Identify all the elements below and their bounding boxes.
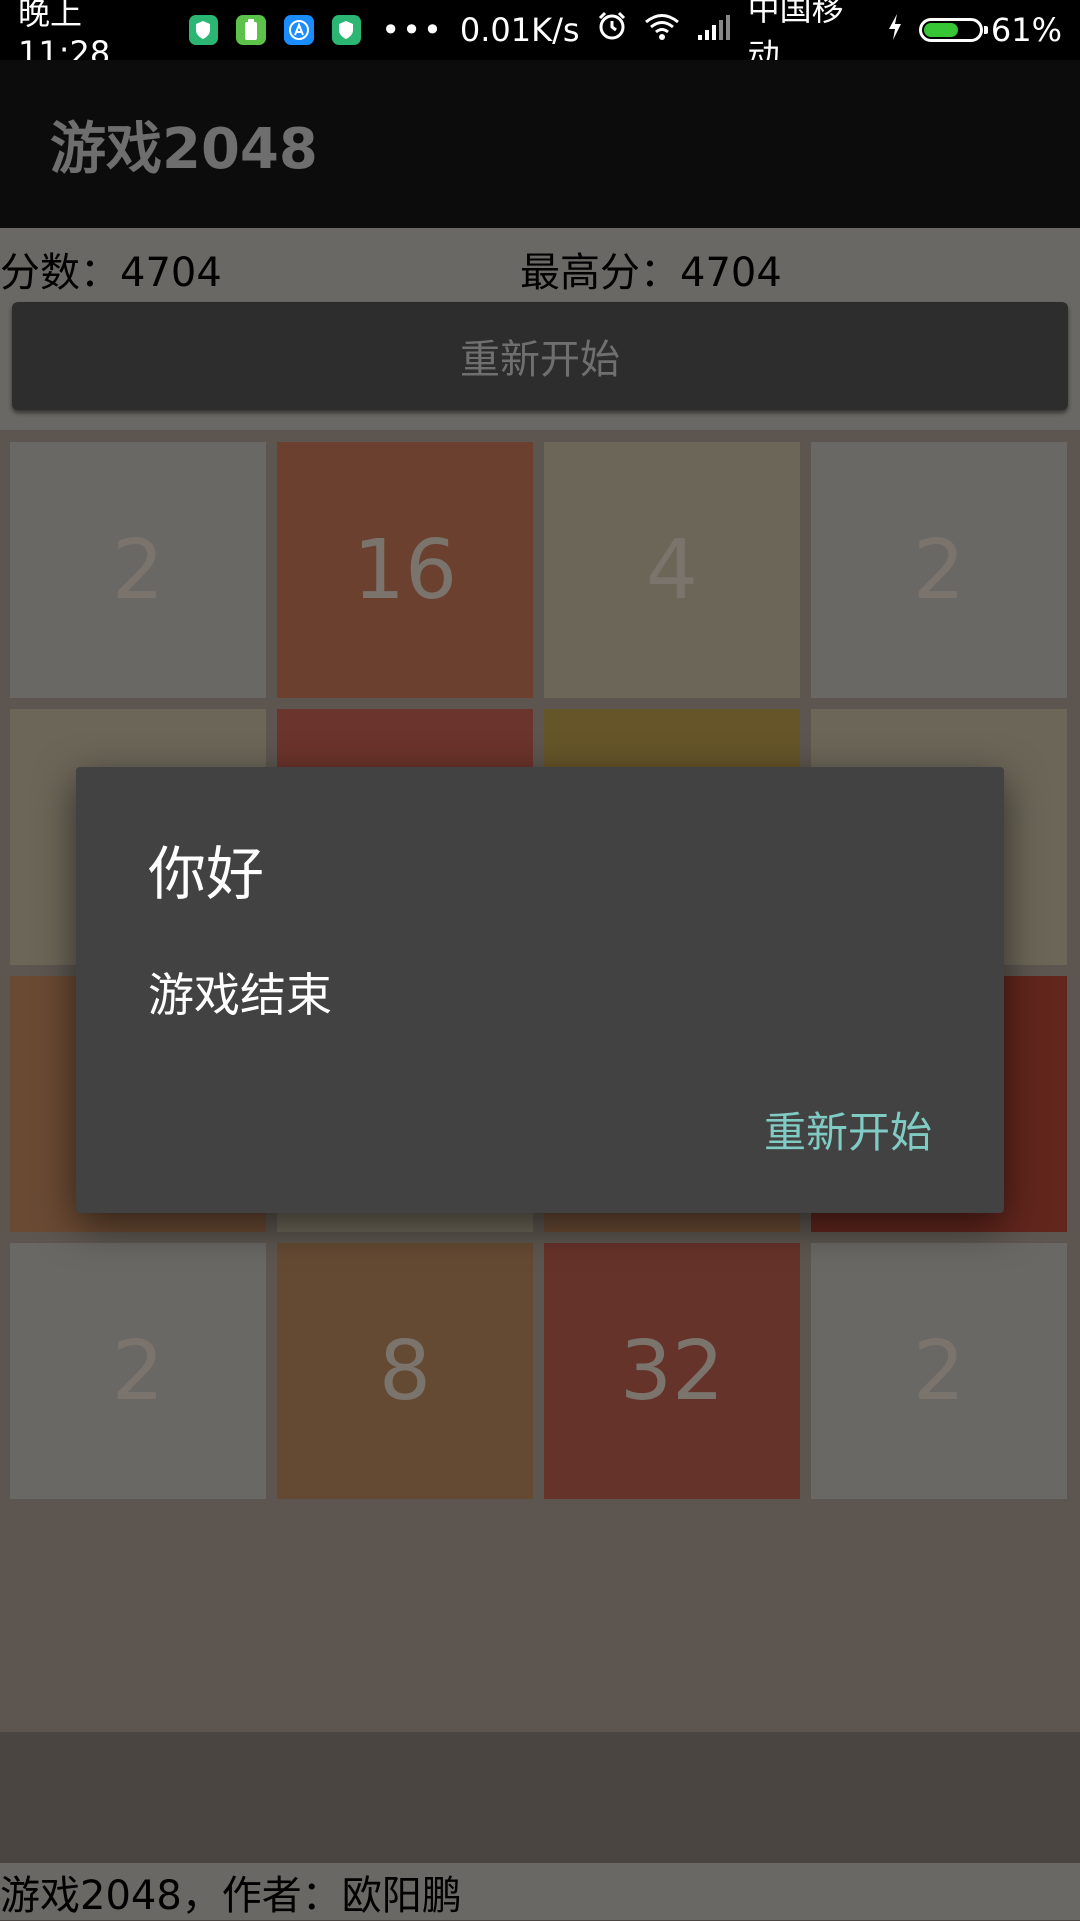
dialog-message: 游戏结束 xyxy=(148,968,332,1022)
app-title: 游戏2048 xyxy=(50,116,318,182)
board-tile: 16 xyxy=(277,442,533,698)
footer-credit: 游戏2048，作者：欧阳鹏 xyxy=(0,1863,1080,1920)
battery-saver-icon xyxy=(236,15,266,45)
best-score: 最高分：4704 xyxy=(520,250,782,296)
charging-icon xyxy=(887,11,903,49)
board-tile: 2 xyxy=(10,442,266,698)
dialog-title: 你好 xyxy=(148,840,265,908)
app-bar: 游戏2048 xyxy=(0,60,1080,228)
more-notifications-icon: ••• xyxy=(381,11,444,49)
score-row: 分数：4704 最高分：4704 xyxy=(0,228,1080,300)
shield-icon xyxy=(188,15,219,45)
board-tile: 2 xyxy=(811,442,1067,698)
board-tile: 2 xyxy=(811,1243,1067,1499)
wifi-icon xyxy=(644,11,680,49)
battery-icon xyxy=(919,18,988,42)
alarm-icon xyxy=(596,10,628,50)
battery-percent: 61% xyxy=(990,11,1062,49)
dialog-restart-button[interactable]: 重新开始 xyxy=(764,1099,932,1160)
app-store-icon xyxy=(283,15,314,45)
board-tile: 4 xyxy=(544,442,800,698)
status-bar: 晚上11:28 ••• 0.01K/s 中国移动 61% xyxy=(0,0,1080,74)
signal-icon xyxy=(696,11,732,49)
network-speed: 0.01K/s xyxy=(459,11,580,49)
battery-level xyxy=(924,23,959,37)
game-over-dialog: 你好 游戏结束 重新开始 xyxy=(76,767,1004,1213)
board-tile: 32 xyxy=(544,1243,800,1499)
restart-button[interactable]: 重新开始 xyxy=(12,302,1068,410)
board-tile: 8 xyxy=(277,1243,533,1499)
shield-icon xyxy=(331,15,362,45)
current-score: 分数：4704 xyxy=(0,250,222,296)
board-tile: 2 xyxy=(10,1243,266,1499)
